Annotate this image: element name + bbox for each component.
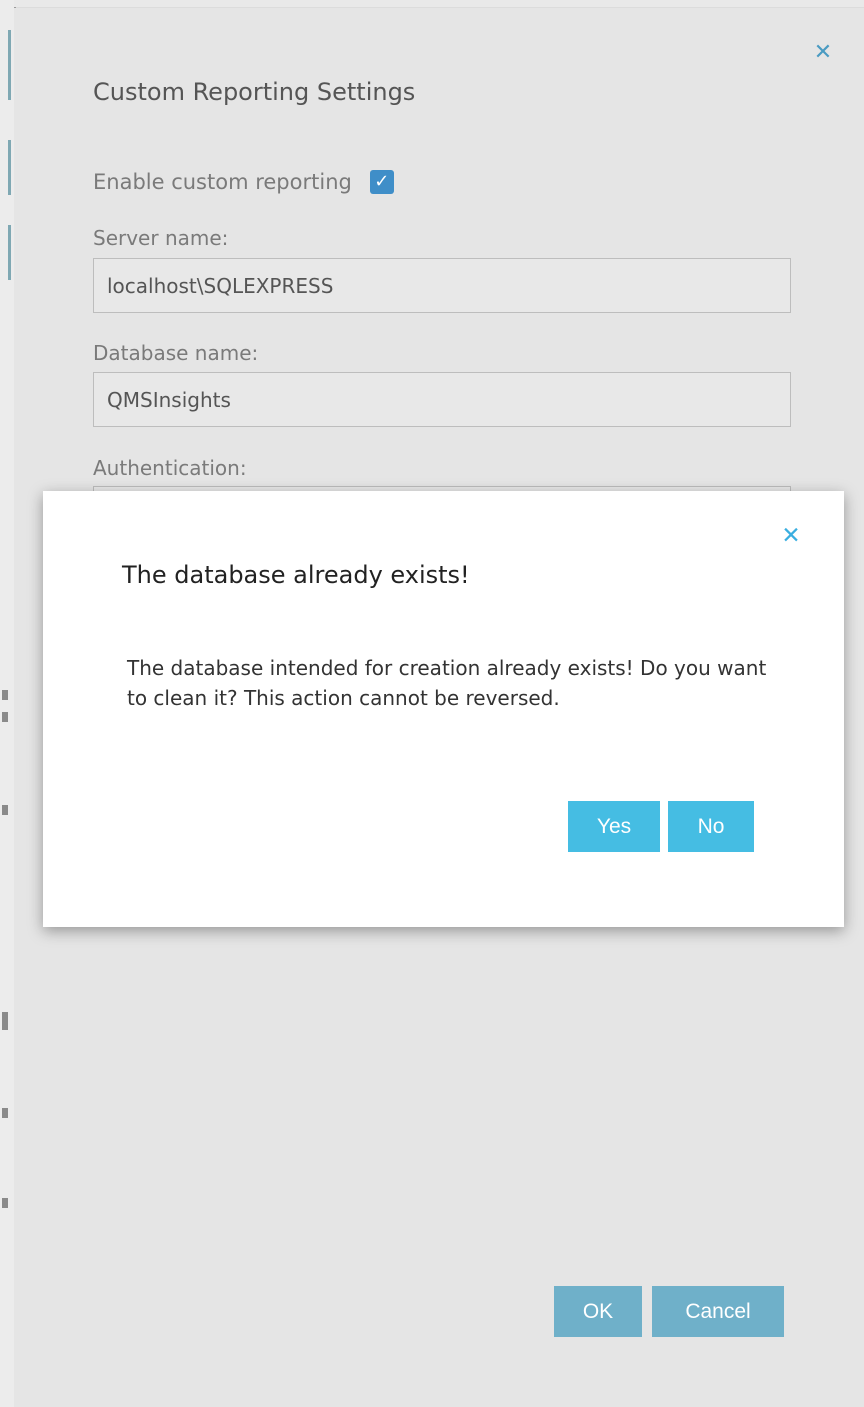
modal-title: The database already exists! — [122, 561, 470, 589]
background-tick — [2, 1198, 8, 1208]
background-mark — [8, 140, 11, 195]
background-tick — [2, 712, 8, 722]
enable-custom-reporting-label: Enable custom reporting — [93, 170, 352, 194]
cancel-button[interactable]: Cancel — [652, 1286, 784, 1337]
yes-button[interactable]: Yes — [568, 801, 660, 852]
dialog-title: Custom Reporting Settings — [93, 78, 416, 106]
background-tick — [2, 1012, 8, 1030]
background-tick — [2, 690, 8, 700]
modal-message: The database intended for creation alrea… — [127, 656, 767, 710]
enable-custom-reporting-checkbox[interactable]: ✓ — [369, 170, 394, 194]
background-app-marks — [0, 0, 14, 1407]
enable-custom-reporting-row: Enable custom reporting ✓ — [93, 168, 394, 196]
background-mark — [8, 30, 11, 100]
close-icon[interactable]: ✕ — [812, 42, 834, 64]
background-mark — [8, 225, 11, 280]
ok-button[interactable]: OK — [554, 1286, 642, 1337]
database-name-label: Database name: — [93, 341, 259, 365]
no-button[interactable]: No — [668, 801, 754, 852]
background-tick — [2, 805, 8, 815]
server-name-field[interactable]: localhost\SQLEXPRESS — [93, 258, 791, 313]
database-exists-modal: ✕ The database already exists! The datab… — [43, 491, 844, 927]
authentication-label: Authentication: — [93, 456, 247, 480]
background-tick — [2, 1108, 8, 1118]
database-name-field[interactable]: QMSInsights — [93, 372, 791, 427]
close-icon[interactable]: ✕ — [779, 524, 803, 548]
background-top-strip — [14, 0, 864, 7]
server-name-label: Server name: — [93, 226, 229, 250]
